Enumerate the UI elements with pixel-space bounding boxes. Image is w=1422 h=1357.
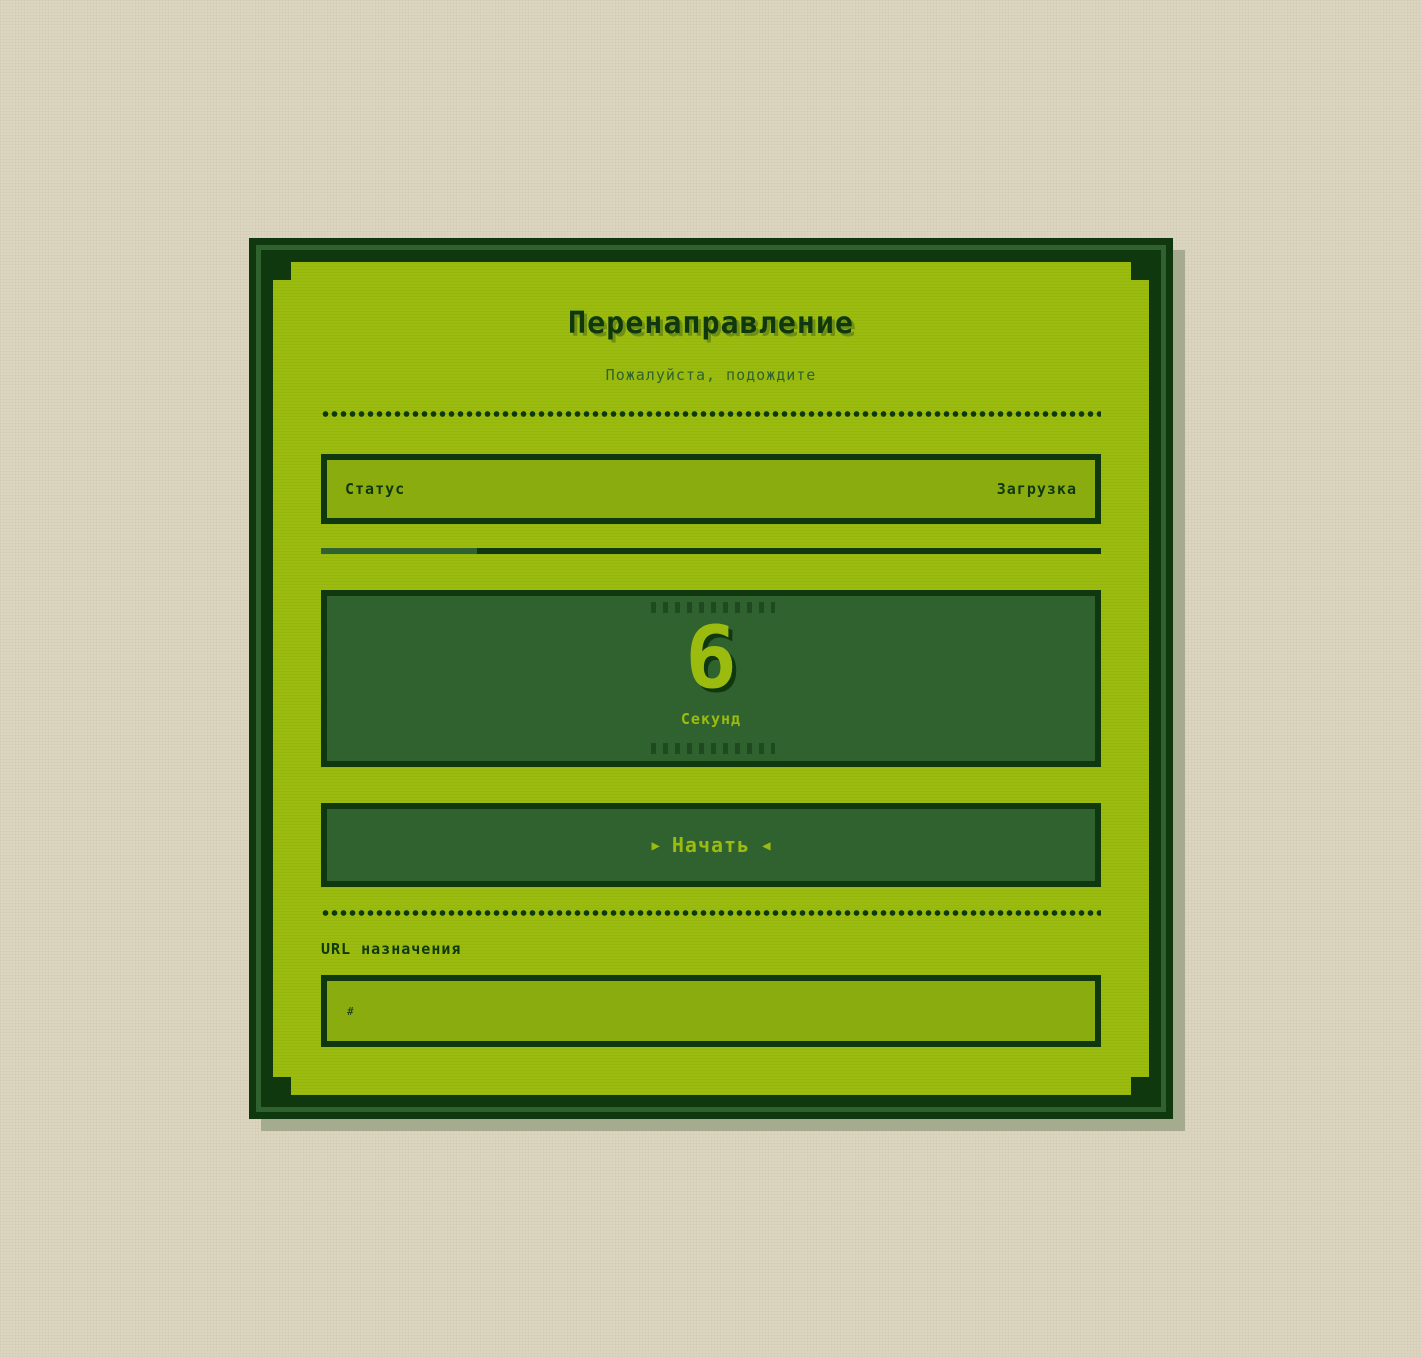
- dotted-divider: [321, 910, 1101, 916]
- progress-fill: [321, 548, 477, 554]
- page-title: Перенаправление: [568, 306, 854, 341]
- triangle-left-icon: ◀: [762, 838, 771, 854]
- start-button-label: Начать: [671, 833, 751, 857]
- start-button[interactable]: ▶ Начать ◀: [321, 803, 1101, 887]
- url-field[interactable]: [321, 975, 1101, 1047]
- dotted-divider: [321, 411, 1101, 417]
- progress-bar: [321, 548, 1101, 554]
- status-box: Статус Загрузка: [321, 454, 1101, 524]
- redirect-panel: Перенаправление Пожалуйста, подождите Ст…: [249, 238, 1173, 1119]
- page-subtitle: Пожалуйста, подождите: [605, 366, 817, 384]
- corner-decoration: [273, 262, 291, 280]
- countdown-number: 6: [685, 608, 737, 708]
- triangle-right-icon: ▶: [651, 838, 660, 854]
- countdown-unit: Секунд: [680, 710, 742, 728]
- corner-decoration: [1131, 1077, 1149, 1095]
- status-label: Статус: [345, 480, 406, 498]
- countdown-display: 6 Секунд: [321, 590, 1101, 767]
- url-label: URL назначения: [321, 940, 462, 958]
- status-value: Загрузка: [996, 480, 1077, 498]
- corner-decoration: [1131, 262, 1149, 280]
- tick-decoration: [651, 743, 775, 754]
- panel-screen: Перенаправление Пожалуйста, подождите Ст…: [273, 262, 1149, 1095]
- corner-decoration: [273, 1077, 291, 1095]
